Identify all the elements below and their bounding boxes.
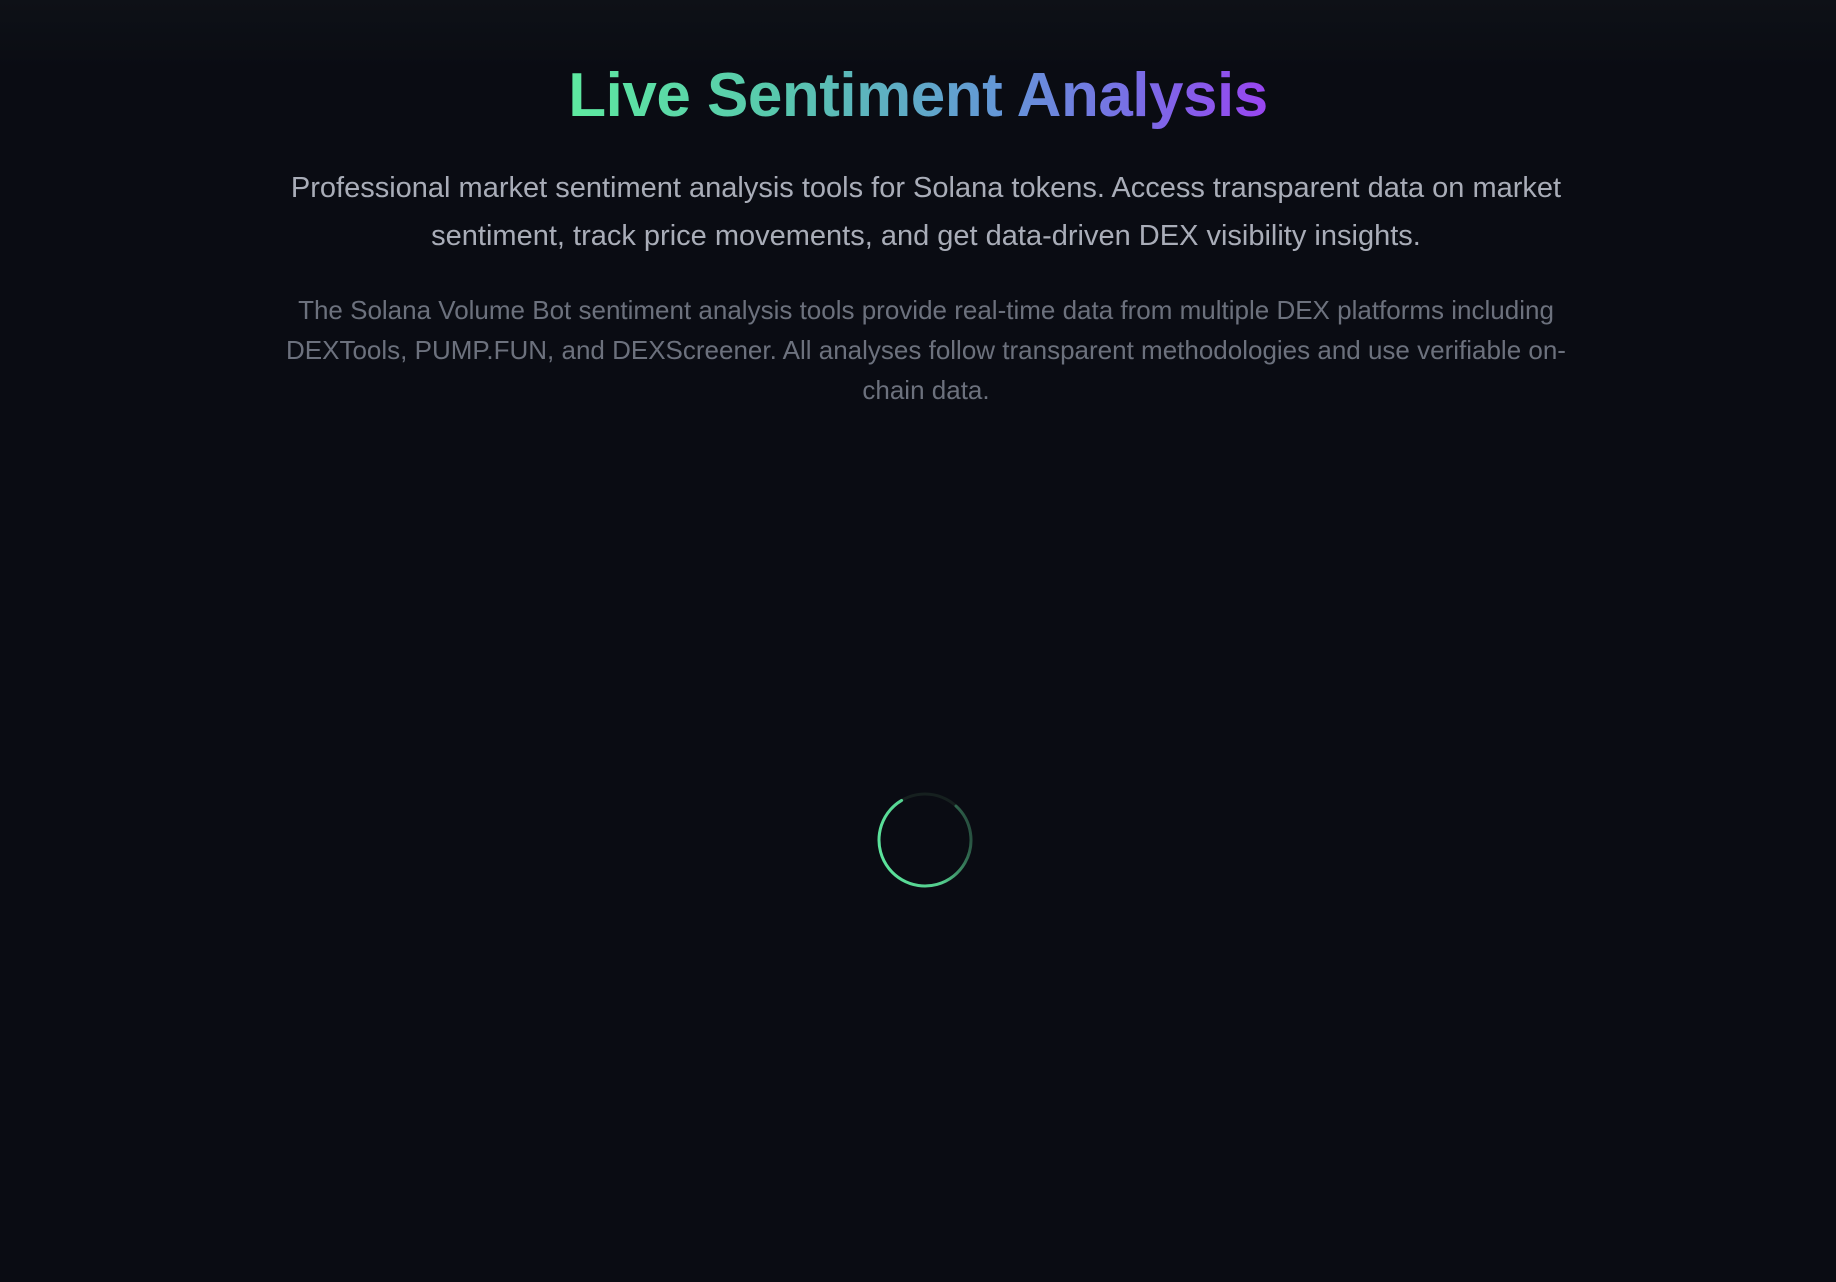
loading-spinner-icon	[877, 792, 973, 888]
page-title-text: Live Sentiment Analysis	[568, 61, 1268, 130]
hero-description-text: The Solana Volume Bot sentiment analysis…	[286, 295, 1566, 405]
hero-lead-text: Professional market sentiment analysis t…	[290, 172, 1562, 252]
page-title: Live Sentiment Analysis	[0, 58, 1836, 134]
page: Live Sentiment Analysis Professional mar…	[0, 0, 1836, 1282]
